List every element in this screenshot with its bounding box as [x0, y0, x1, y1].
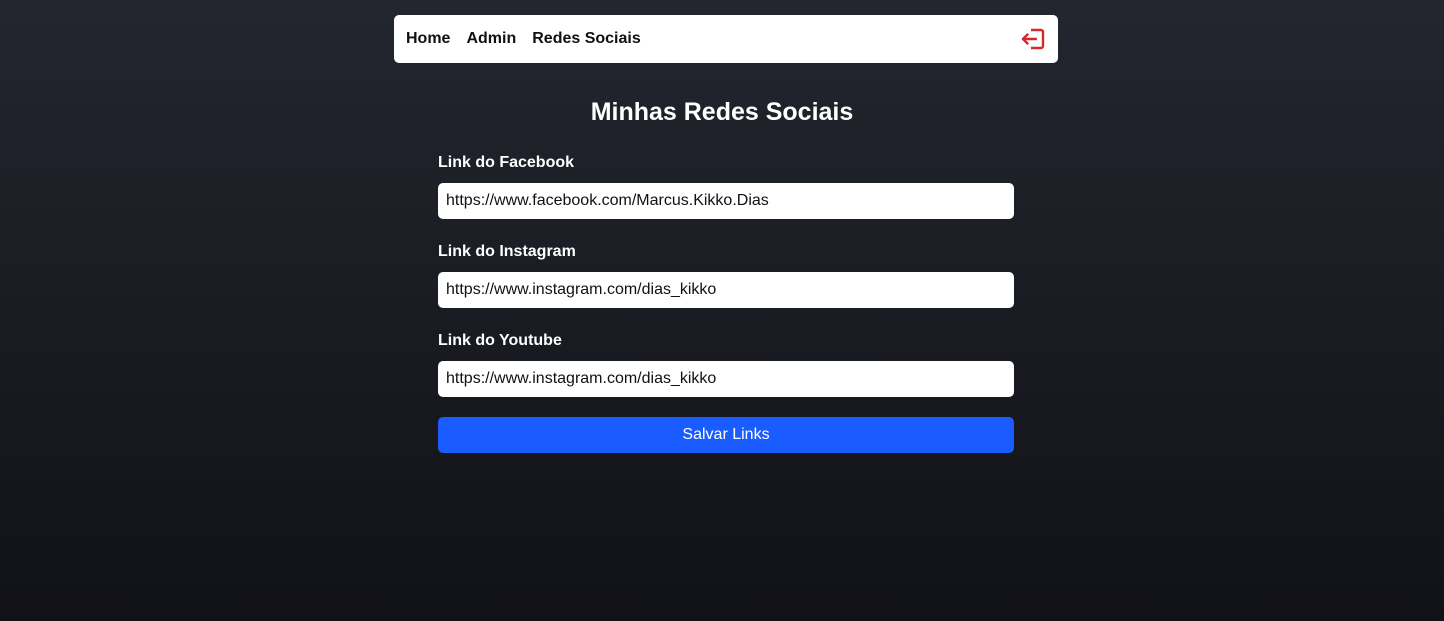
youtube-input[interactable]	[438, 361, 1014, 397]
instagram-label: Link do Instagram	[438, 243, 576, 260]
instagram-group: Link do Instagram	[438, 241, 1014, 308]
youtube-label: Link do Youtube	[438, 332, 562, 349]
facebook-label: Link do Facebook	[438, 154, 575, 171]
save-links-button[interactable]: Salvar Links	[438, 417, 1014, 453]
youtube-group: Link do Youtube	[438, 330, 1014, 397]
nav-link-home[interactable]: Home	[406, 30, 450, 48]
nav-link-redes-sociais[interactable]: Redes Sociais	[532, 30, 641, 48]
instagram-input[interactable]	[438, 272, 1014, 308]
logout-icon	[1021, 28, 1045, 50]
facebook-group: Link do Facebook	[438, 152, 1014, 219]
facebook-input[interactable]	[438, 183, 1014, 219]
nav-links: Home Admin Redes Sociais	[406, 30, 641, 48]
nav-link-admin[interactable]: Admin	[466, 30, 516, 48]
page-title: Minhas Redes Sociais	[590, 98, 854, 126]
navbar: Home Admin Redes Sociais	[394, 15, 1058, 63]
logout-button[interactable]	[1020, 26, 1046, 52]
social-links-form: Link do Facebook Link do Instagram Link …	[438, 152, 1014, 453]
